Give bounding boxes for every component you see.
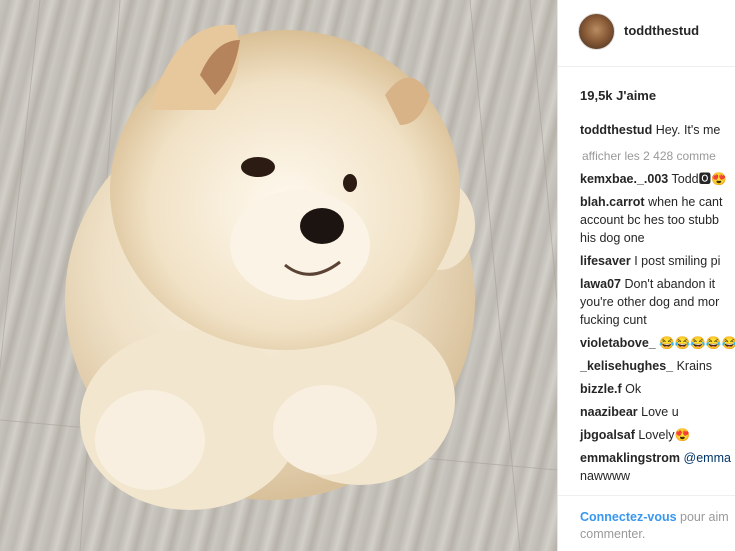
- comment-username[interactable]: emmaklingstrom: [580, 451, 680, 465]
- comment-text: 😂😂😂😂😂: [659, 336, 735, 350]
- caption-text: Hey. It's me: [655, 123, 721, 137]
- comments-list: kemxbae._.003 Todd🅾😍 blah.carrot when he …: [580, 170, 735, 490]
- login-footer: Connectez-vous pour aim commenter.: [558, 495, 735, 551]
- comment-item: bizzle.f Ok: [580, 380, 735, 398]
- comment-item: lifesaver I post smiling pi: [580, 252, 735, 270]
- comment-item: jbgoalsaf Lovely😍: [580, 426, 735, 444]
- comment-item: kemxbae._.003 Todd🅾😍: [580, 170, 735, 188]
- comment-text: Love u: [641, 405, 679, 419]
- login-prompt-text-2: commenter.: [580, 527, 646, 541]
- avatar[interactable]: [578, 13, 615, 50]
- comment-item: naazibear Love u: [580, 403, 735, 421]
- likes-count[interactable]: 19,5k J'aime: [580, 88, 656, 103]
- comment-item: lawa07 Don't abandon it you're other dog …: [580, 275, 735, 329]
- post-photo[interactable]: [0, 0, 557, 551]
- comment-username[interactable]: lifesaver: [580, 254, 631, 268]
- header-username[interactable]: toddthestud: [624, 23, 699, 38]
- view-all-comments-link[interactable]: afficher les 2 428 comme: [582, 149, 716, 163]
- comment-text: Todd🅾😍: [671, 172, 727, 186]
- comment-username[interactable]: blah.carrot: [580, 195, 645, 209]
- comment-text: Lovely😍: [638, 428, 691, 442]
- comment-text: Ok: [625, 382, 642, 396]
- puppy-image: [0, 0, 557, 551]
- comment-text: Krains: [676, 359, 713, 373]
- comment-username[interactable]: violetabove_: [580, 336, 656, 350]
- comment-text: nawwww: [580, 469, 631, 483]
- comment-item: blah.carrot when he cant account bc hes t…: [580, 193, 735, 247]
- comment-username[interactable]: jbgoalsaf: [580, 428, 635, 442]
- comment-username[interactable]: bizzle.f: [580, 382, 622, 396]
- comment-text: Don't abandon it: [624, 277, 716, 291]
- comment-text: you're other dog and mor: [580, 295, 720, 309]
- comment-text: his dog one: [580, 231, 645, 245]
- comment-text: when he cant: [648, 195, 723, 209]
- comment-username[interactable]: _kelisehughes_: [580, 359, 673, 373]
- comment-item: violetabove_ 😂😂😂😂😂: [580, 334, 735, 352]
- comments-panel: toddthestud 19,5k J'aime toddthestud Hey…: [558, 0, 735, 551]
- comment-username[interactable]: lawa07: [580, 277, 621, 291]
- login-link[interactable]: Connectez-vous: [580, 510, 677, 524]
- comment-text: account bc hes too stubb: [580, 213, 719, 227]
- login-prompt: Connectez-vous pour aim commenter.: [580, 509, 729, 543]
- comment-username[interactable]: kemxbae._.003: [580, 172, 668, 186]
- post-header: toddthestud: [558, 0, 735, 67]
- comment-item: _kelisehughes_ Krains: [580, 357, 735, 375]
- caption-username[interactable]: toddthestud: [580, 123, 652, 137]
- comment-username[interactable]: naazibear: [580, 405, 638, 419]
- comment-mention[interactable]: @emma: [684, 451, 731, 465]
- comment-item: emmaklingstrom @emma nawwww: [580, 449, 735, 485]
- comment-text: I post smiling pi: [634, 254, 721, 268]
- post-caption: toddthestud Hey. It's me: [580, 123, 720, 137]
- login-prompt-text-1: pour aim: [680, 510, 729, 524]
- comment-text: fucking cunt: [580, 313, 647, 327]
